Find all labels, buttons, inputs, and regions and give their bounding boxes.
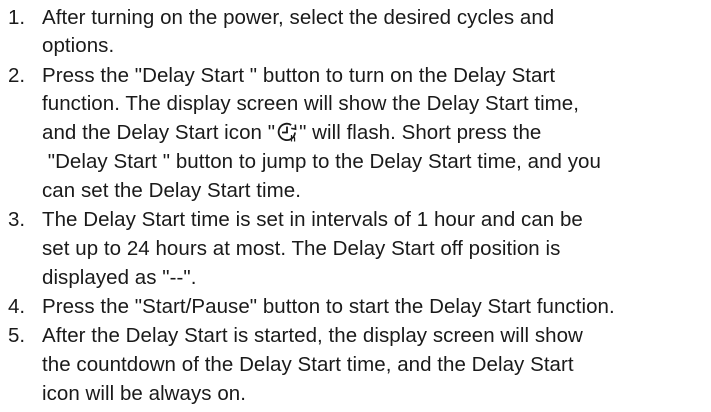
step-text-line: set up to 24 hours at most. The Delay St… — [42, 237, 561, 260]
step-text-line: "Delay Start " button to jump to the Del… — [42, 150, 601, 173]
step-number: 5. — [8, 324, 26, 347]
step-text-segment: " will flash. Short press the — [299, 121, 542, 144]
step-text-line: After turning on the power, select the d… — [42, 6, 555, 29]
svg-text:h: h — [290, 134, 296, 144]
step-number: 4. — [8, 295, 26, 318]
step-text-line: displayed as "--". — [42, 266, 197, 289]
step-number: 2. — [8, 64, 26, 87]
step-text-line: Press the "Start/Pause" button to start … — [42, 295, 615, 318]
step-text-line: the countdown of the Delay Start time, a… — [42, 353, 574, 376]
step-text-line: Press the "Delay Start " button to turn … — [42, 64, 556, 87]
step-number: 3. — [8, 208, 26, 231]
step-text-line: can set the Delay Start time. — [42, 179, 301, 202]
step-text-segment: and the Delay Start icon " — [42, 121, 276, 144]
step-text-line: and the Delay Start icon " h " will flash.… — [42, 119, 541, 147]
instruction-list: 1. After turning on the power, select th… — [0, 0, 711, 412]
step-text-line: After the Delay Start is started, the di… — [42, 324, 583, 347]
step-text-line: The Delay Start time is set in intervals… — [42, 208, 583, 231]
delay-start-icon: h — [276, 121, 298, 143]
step-number: 1. — [8, 6, 26, 29]
step-text-line: function. The display screen will show t… — [42, 92, 580, 115]
step-text-line: options. — [42, 34, 115, 57]
step-text-line: icon will be always on. — [42, 382, 246, 405]
